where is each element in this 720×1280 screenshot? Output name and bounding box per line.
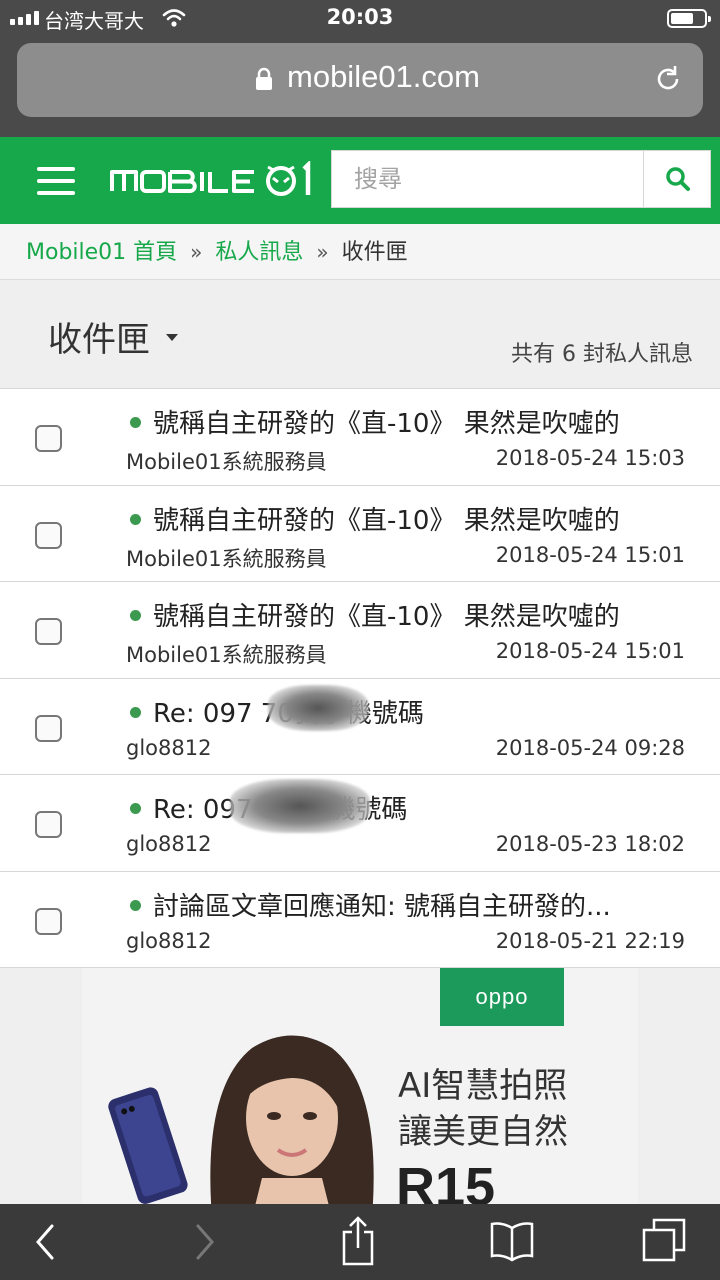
message-subject[interactable]: 號稱自主研發的《直-10》 果然是吹噓的 — [153, 500, 693, 537]
search-button[interactable] — [643, 151, 711, 207]
message-date: 2018-05-24 15:01 — [495, 639, 685, 663]
redaction-smudge — [230, 779, 370, 833]
unread-dot-icon — [130, 513, 141, 525]
message-checkbox[interactable] — [35, 425, 62, 452]
search-icon — [665, 167, 690, 191]
caret-down-icon[interactable] — [166, 334, 178, 341]
status-bar: 台湾大哥大 20:03 — [0, 0, 720, 38]
forward-icon[interactable] — [190, 1218, 220, 1268]
advertisement-banner[interactable]: oppo AI智慧拍照 讓美更自然 R15 — [82, 968, 638, 1204]
message-sender: Mobile01系統服務員 — [126, 643, 327, 667]
unread-dot-icon — [130, 417, 141, 428]
unread-dot-icon — [130, 706, 141, 718]
message-row[interactable]: 討論區文章回應通知: 號稱自主研發的... glo8812 2018-05-21… — [0, 871, 720, 968]
unread-dot-icon — [130, 610, 141, 621]
message-row[interactable]: Re: 097 70我手機號碼 glo8812 2018-05-24 09:28 — [0, 678, 720, 775]
breadcrumb-current: 收件匣 — [341, 240, 408, 265]
model-portrait-image — [182, 1028, 402, 1204]
reload-icon[interactable] — [653, 64, 683, 98]
oppo-logo: oppo — [440, 968, 564, 1026]
folder-dropdown[interactable]: 收件匣 — [48, 312, 150, 361]
ad-model-name: R15 — [396, 1157, 496, 1204]
message-sender: Mobile01系統服務員 — [126, 450, 327, 474]
ad-subheadline: 讓美更自然 — [398, 1112, 568, 1152]
status-time: 20:03 — [326, 5, 394, 29]
message-sender: glo8812 — [126, 928, 212, 953]
message-checkbox[interactable] — [35, 811, 62, 838]
browser-chrome: 台湾大哥大 20:03 mobile01.com — [0, 0, 720, 137]
message-checkbox[interactable] — [35, 618, 62, 645]
breadcrumb-pm-link[interactable]: 私人訊息 — [215, 240, 303, 265]
message-sender: glo8812 — [126, 735, 212, 760]
url-text: mobile01.com — [287, 59, 480, 94]
tabs-icon[interactable] — [640, 1216, 688, 1270]
unread-dot-icon — [130, 803, 141, 814]
message-list: 號稱自主研發的《直-10》 果然是吹噓的 Mobile01系統服務員 2018-… — [0, 389, 720, 968]
address-bar[interactable]: mobile01.com — [17, 43, 703, 117]
menu-icon[interactable] — [37, 167, 75, 195]
message-row[interactable]: Re: 097 0我手機號碼 glo8812 2018-05-23 18:02 — [0, 775, 720, 872]
message-date: 2018-05-24 15:01 — [495, 542, 685, 567]
mobile01-logo[interactable] — [110, 159, 315, 203]
message-sender: glo8812 — [126, 832, 212, 856]
browser-toolbar — [0, 1204, 720, 1280]
lock-icon — [254, 67, 274, 95]
message-date: 2018-05-23 18:02 — [495, 832, 685, 856]
back-icon[interactable] — [30, 1218, 60, 1268]
message-row[interactable]: 號稱自主研發的《直-10》 果然是吹噓的 Mobile01系統服務員 2018-… — [0, 389, 720, 486]
message-row[interactable]: 號稱自主研發的《直-10》 果然是吹噓的 Mobile01系統服務員 2018-… — [0, 485, 720, 582]
phone-image — [102, 1086, 192, 1204]
redaction-smudge — [268, 684, 368, 731]
message-subject[interactable]: 號稱自主研發的《直-10》 果然是吹噓的 — [153, 596, 693, 633]
search-box — [331, 150, 711, 208]
unread-dot-icon — [130, 899, 141, 911]
inbox-header: 收件匣 共有 6 封私人訊息 — [0, 280, 720, 389]
site-header — [0, 137, 720, 224]
message-subject[interactable]: 討論區文章回應通知: 號稱自主研發的... — [153, 886, 693, 923]
message-sender: Mobile01系統服務員 — [126, 546, 327, 571]
ad-headline: AI智慧拍照 — [398, 1066, 568, 1106]
message-date: 2018-05-21 22:19 — [495, 928, 685, 953]
bookmarks-icon[interactable] — [488, 1218, 536, 1268]
breadcrumb-separator: » — [190, 240, 203, 264]
breadcrumb: Mobile01 首頁 » 私人訊息 » 收件匣 — [0, 224, 720, 280]
message-subject[interactable]: 號稱自主研發的《直-10》 果然是吹噓的 — [153, 403, 693, 440]
breadcrumb-separator: » — [316, 240, 329, 264]
message-checkbox[interactable] — [35, 714, 62, 742]
message-checkbox[interactable] — [35, 907, 62, 935]
battery-icon — [667, 9, 711, 28]
message-checkbox[interactable] — [35, 521, 62, 549]
share-icon[interactable] — [338, 1214, 378, 1270]
breadcrumb-home-link[interactable]: Mobile01 首頁 — [26, 240, 177, 265]
message-date: 2018-05-24 15:03 — [495, 446, 685, 470]
message-subject[interactable]: Re: 097 70我手機號碼 — [153, 693, 693, 730]
message-count: 共有 6 封私人訊息 — [511, 342, 693, 367]
search-input[interactable] — [332, 151, 642, 207]
message-date: 2018-05-24 09:28 — [495, 735, 685, 760]
message-row[interactable]: 號稱自主研發的《直-10》 果然是吹噓的 Mobile01系統服務員 2018-… — [0, 582, 720, 679]
